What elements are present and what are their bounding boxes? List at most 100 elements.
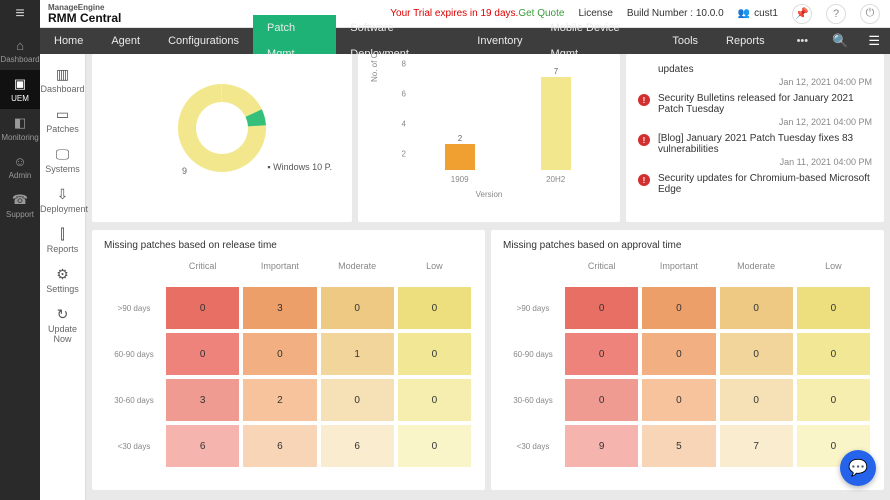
news-card: updates Jan 12, 2021 04:00 PM! Security Bu… bbox=[626, 54, 884, 222]
bar-1909: 2 bbox=[445, 134, 475, 171]
hm-col-moderate: Moderate bbox=[718, 261, 795, 275]
news-item[interactable]: ! Security Bulletins released for January… bbox=[638, 93, 872, 127]
settings-icon: ⚙ bbox=[40, 266, 85, 283]
news-title: updates bbox=[658, 64, 872, 75]
brand: ManageEngine RMM Central bbox=[48, 4, 121, 24]
brand-main: RMM Central bbox=[48, 12, 121, 24]
hm-col-important: Important bbox=[241, 261, 318, 275]
hm-cell: 0 bbox=[795, 285, 872, 331]
hm-cell: 0 bbox=[396, 377, 473, 423]
user-icon: 👥 bbox=[738, 8, 750, 19]
alert-icon: ! bbox=[638, 94, 650, 106]
rail-monitoring[interactable]: ◧Monitoring bbox=[0, 109, 40, 148]
rail-uem[interactable]: ▣UEM bbox=[0, 70, 40, 109]
hm-col-low: Low bbox=[396, 261, 473, 275]
news-date: Jan 12, 2021 04:00 PM bbox=[658, 77, 872, 87]
news-date: Jan 11, 2021 04:00 PM bbox=[658, 157, 872, 167]
nav-more[interactable]: ••• bbox=[783, 28, 823, 54]
hm-row-label: 60-90 days bbox=[104, 331, 164, 377]
support-icon: ☎ bbox=[0, 192, 40, 208]
hm-cell: 0 bbox=[718, 377, 795, 423]
hm-cell: 0 bbox=[241, 331, 318, 377]
update now-icon: ↻ bbox=[40, 306, 85, 323]
hm-cell: 0 bbox=[640, 377, 717, 423]
pin-icon[interactable]: 📌 bbox=[792, 4, 812, 24]
dashboard-icon: ⌂ bbox=[0, 38, 40, 53]
hm-cell: 1 bbox=[319, 331, 396, 377]
hm-cell: 0 bbox=[795, 331, 872, 377]
heatmap-release: Missing patches based on release time Cr… bbox=[92, 230, 485, 490]
hm-row-label: >90 days bbox=[104, 285, 164, 331]
nav-home[interactable]: Home bbox=[40, 28, 97, 54]
hm-cell: 2 bbox=[241, 377, 318, 423]
hm-cell: 7 bbox=[718, 423, 795, 469]
donut-legend-label: Windows 10 P. bbox=[273, 162, 332, 172]
heatmap-title: Missing patches based on approval time bbox=[503, 240, 872, 251]
patches-icon: ▭ bbox=[40, 106, 85, 123]
subnav-update-now[interactable]: ↻Update Now bbox=[40, 300, 85, 350]
systems-icon: 🖵 bbox=[40, 146, 85, 163]
bar-card: No. of Comp 2468 27 190920H2 Version bbox=[358, 54, 620, 222]
nav-configurations[interactable]: Configurations bbox=[154, 28, 253, 54]
rail-support[interactable]: ☎Support bbox=[0, 186, 40, 225]
news-item[interactable]: !Security updates for Chromium-based Mic… bbox=[638, 173, 872, 195]
hm-cell: 0 bbox=[795, 377, 872, 423]
hm-cell: 6 bbox=[241, 423, 318, 469]
hm-cell: 0 bbox=[640, 331, 717, 377]
user-name: cust1 bbox=[754, 8, 778, 19]
hm-cell: 3 bbox=[164, 377, 241, 423]
nav-reports[interactable]: Reports bbox=[712, 28, 779, 54]
donut-chart: 9 bbox=[147, 64, 297, 192]
hamburger-menu[interactable]: ≡ bbox=[0, 0, 40, 28]
news-date: Jan 12, 2021 04:00 PM bbox=[658, 117, 872, 127]
nav-agent[interactable]: Agent bbox=[97, 28, 154, 54]
news-title: Security updates for Chromium-based Micr… bbox=[658, 173, 872, 195]
bar-xlabel: Version bbox=[370, 190, 608, 199]
hm-row-label: <30 days bbox=[104, 423, 164, 469]
subnav-patches[interactable]: ▭Patches bbox=[40, 100, 85, 140]
hm-cell: 6 bbox=[164, 423, 241, 469]
power-icon[interactable]: ⏻ bbox=[860, 4, 880, 24]
filter-icon[interactable]: ☰ bbox=[858, 33, 890, 49]
hm-cell: 0 bbox=[563, 331, 640, 377]
hm-row-label: 60-90 days bbox=[503, 331, 563, 377]
rail-admin[interactable]: ☺Admin bbox=[0, 148, 40, 186]
news-item[interactable]: ![Blog] January 2021 Patch Tuesday fixes… bbox=[638, 133, 872, 167]
user-menu[interactable]: 👥 cust1 bbox=[738, 8, 778, 19]
subnav-dashboard[interactable]: ▥Dashboard bbox=[40, 60, 85, 100]
hm-cell: 0 bbox=[640, 285, 717, 331]
alert-icon: ! bbox=[638, 134, 650, 146]
subnav-deployment[interactable]: ⇩Deployment bbox=[40, 180, 85, 220]
bar-20H2: 7 bbox=[541, 67, 571, 170]
news-item[interactable]: updates Jan 12, 2021 04:00 PM bbox=[638, 64, 872, 87]
admin-icon: ☺ bbox=[0, 154, 40, 169]
monitoring-icon: ◧ bbox=[0, 115, 40, 131]
hm-col-important: Important bbox=[640, 261, 717, 275]
nav-tools[interactable]: Tools bbox=[658, 28, 712, 54]
hm-cell: 0 bbox=[396, 331, 473, 377]
help-icon[interactable]: ? bbox=[826, 4, 846, 24]
subnav-systems[interactable]: 🖵Systems bbox=[40, 140, 85, 180]
svg-text:9: 9 bbox=[182, 166, 187, 176]
subnav-reports[interactable]: ⫿Reports bbox=[40, 220, 85, 260]
hm-cell: 0 bbox=[396, 285, 473, 331]
nav-inventory[interactable]: Inventory bbox=[463, 28, 536, 54]
hm-col-critical: Critical bbox=[563, 261, 640, 275]
hm-row-label: >90 days bbox=[503, 285, 563, 331]
hm-cell: 0 bbox=[718, 285, 795, 331]
news-title: Security Bulletins released for January … bbox=[658, 93, 872, 115]
dashboard-icon: ▥ bbox=[40, 66, 85, 83]
hm-col-moderate: Moderate bbox=[319, 261, 396, 275]
hm-col-critical: Critical bbox=[164, 261, 241, 275]
hm-cell: 0 bbox=[396, 423, 473, 469]
hm-row-label: 30-60 days bbox=[503, 377, 563, 423]
subnav-settings[interactable]: ⚙Settings bbox=[40, 260, 85, 300]
hm-cell: 5 bbox=[640, 423, 717, 469]
rail-dashboard[interactable]: ⌂Dashboard bbox=[0, 32, 40, 70]
chat-fab[interactable]: 💬 bbox=[840, 450, 876, 486]
hm-cell: 6 bbox=[319, 423, 396, 469]
search-icon[interactable]: 🔍 bbox=[822, 33, 858, 49]
hm-cell: 9 bbox=[563, 423, 640, 469]
uem-icon: ▣ bbox=[0, 76, 40, 92]
hm-cell: 0 bbox=[164, 331, 241, 377]
